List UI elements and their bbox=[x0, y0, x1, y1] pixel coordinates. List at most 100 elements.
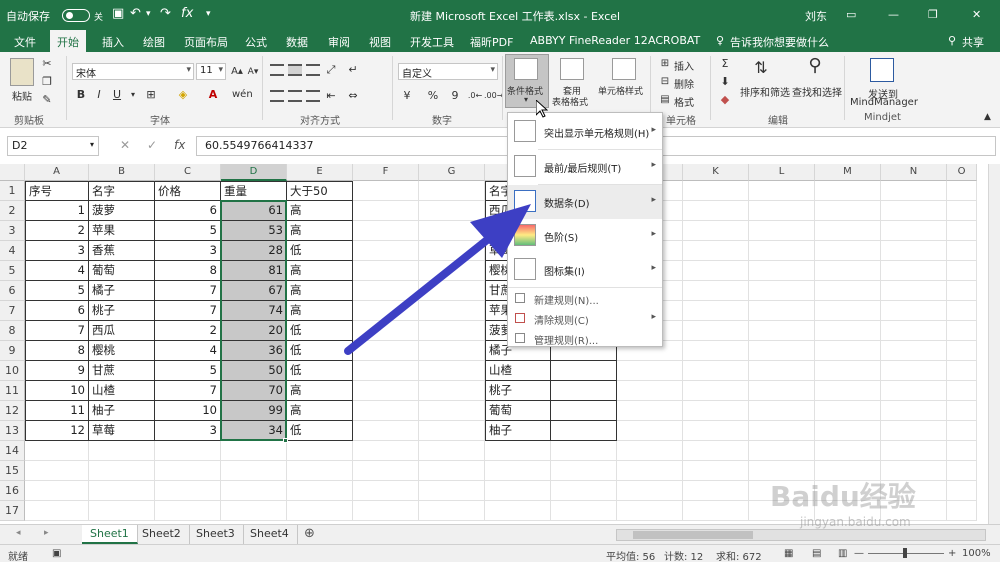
grid-cell[interactable] bbox=[353, 421, 419, 441]
grid-cell[interactable] bbox=[815, 341, 881, 361]
grid-cell[interactable] bbox=[683, 261, 749, 281]
row-header[interactable]: 11 bbox=[0, 381, 25, 401]
table-cell[interactable]: 10 bbox=[155, 401, 221, 421]
grid-cell[interactable] bbox=[881, 241, 947, 261]
table-cell[interactable]: 苹果 bbox=[89, 221, 155, 241]
autosave-toggle[interactable] bbox=[62, 9, 90, 22]
italic-button[interactable]: I bbox=[90, 87, 108, 103]
table2-cell[interactable] bbox=[551, 361, 617, 381]
tab-insert[interactable]: 插入 bbox=[102, 34, 124, 50]
grid-cell[interactable] bbox=[617, 421, 683, 441]
grid-cell[interactable] bbox=[353, 341, 419, 361]
table-header-cell[interactable]: 重量 bbox=[221, 181, 287, 201]
grid-cell[interactable] bbox=[683, 181, 749, 201]
table-cell[interactable]: 3 bbox=[155, 421, 221, 441]
row-header[interactable]: 14 bbox=[0, 441, 25, 461]
table-cell[interactable]: 3 bbox=[155, 241, 221, 261]
grid-cell[interactable] bbox=[815, 441, 881, 461]
grid-cell[interactable] bbox=[419, 281, 485, 301]
fill-icon[interactable]: ⬇ bbox=[716, 74, 734, 90]
grid-cell[interactable] bbox=[353, 301, 419, 321]
grid-cell[interactable] bbox=[353, 261, 419, 281]
tab-foxit-pdf[interactable]: 福昕PDF bbox=[470, 34, 513, 50]
table-cell[interactable]: 4 bbox=[25, 261, 89, 281]
grid-cell[interactable] bbox=[25, 481, 89, 501]
table-cell[interactable]: 菠萝 bbox=[89, 201, 155, 221]
grid-cell[interactable] bbox=[617, 401, 683, 421]
tell-me-search[interactable]: 告诉我你想要做什么 bbox=[730, 34, 829, 50]
macro-record-icon[interactable]: ▣ bbox=[52, 548, 61, 559]
grid-cell[interactable] bbox=[881, 381, 947, 401]
tab-page-layout[interactable]: 页面布局 bbox=[184, 34, 228, 50]
table-cell[interactable]: 8 bbox=[25, 341, 89, 361]
table2-cell[interactable] bbox=[551, 381, 617, 401]
grid-cell[interactable] bbox=[419, 221, 485, 241]
column-header[interactable]: K bbox=[683, 164, 749, 181]
grid-cell[interactable] bbox=[947, 221, 977, 241]
accounting-format-icon[interactable]: ¥ bbox=[398, 88, 416, 104]
grid-cell[interactable] bbox=[749, 441, 815, 461]
increase-decimal-icon[interactable]: .0← bbox=[466, 88, 484, 104]
grid-cell[interactable] bbox=[815, 381, 881, 401]
selected-weight-cell[interactable]: 34 bbox=[221, 421, 287, 441]
align-bottom-icon[interactable] bbox=[306, 64, 320, 76]
normal-view-icon[interactable]: ▦ bbox=[784, 548, 793, 559]
table2-cell[interactable] bbox=[551, 401, 617, 421]
grid-cell[interactable] bbox=[617, 381, 683, 401]
grid-cell[interactable] bbox=[419, 441, 485, 461]
grid-cell[interactable] bbox=[947, 241, 977, 261]
vertical-scrollbar[interactable] bbox=[988, 164, 1000, 524]
send-mindmanager-2[interactable]: MindManager bbox=[850, 97, 918, 108]
page-layout-view-icon[interactable]: ▤ bbox=[812, 548, 821, 559]
undo-icon[interactable]: ↶ bbox=[130, 6, 141, 21]
column-header[interactable]: B bbox=[89, 164, 155, 181]
table-cell[interactable]: 10 bbox=[25, 381, 89, 401]
grid-cell[interactable] bbox=[881, 221, 947, 241]
page-break-view-icon[interactable]: ▥ bbox=[838, 548, 847, 559]
grid-cell[interactable] bbox=[683, 401, 749, 421]
grid-cell[interactable] bbox=[815, 281, 881, 301]
grid-cell[interactable] bbox=[881, 261, 947, 281]
table-cell[interactable]: 樱桃 bbox=[89, 341, 155, 361]
grid-cell[interactable] bbox=[25, 501, 89, 521]
grid-cell[interactable] bbox=[947, 361, 977, 381]
comma-style-button[interactable]: 9 bbox=[446, 88, 464, 104]
table-cell[interactable]: 高 bbox=[287, 261, 353, 281]
grid-cell[interactable] bbox=[683, 381, 749, 401]
decrease-font-icon[interactable]: A▾ bbox=[244, 64, 262, 80]
row-header[interactable]: 13 bbox=[0, 421, 25, 441]
table-cell[interactable]: 2 bbox=[155, 321, 221, 341]
grid-cell[interactable] bbox=[25, 461, 89, 481]
grid-cell[interactable] bbox=[815, 181, 881, 201]
name-box-dropdown-icon[interactable]: ▾ bbox=[90, 140, 94, 149]
zoom-slider-thumb[interactable] bbox=[903, 548, 907, 558]
grid-cell[interactable] bbox=[815, 361, 881, 381]
grid-cell[interactable] bbox=[551, 481, 617, 501]
row-header[interactable]: 15 bbox=[0, 461, 25, 481]
grid-cell[interactable] bbox=[353, 221, 419, 241]
table-cell[interactable]: 5 bbox=[155, 221, 221, 241]
grid-cell[interactable] bbox=[947, 441, 977, 461]
cut-icon[interactable]: ✂ bbox=[38, 56, 56, 72]
grid-cell[interactable] bbox=[815, 201, 881, 221]
grid-cell[interactable] bbox=[947, 261, 977, 281]
grid-cell[interactable] bbox=[353, 201, 419, 221]
column-header[interactable]: M bbox=[815, 164, 881, 181]
grid-cell[interactable] bbox=[749, 261, 815, 281]
sort-filter-icon[interactable]: ⇅ bbox=[752, 60, 770, 76]
grid-cell[interactable] bbox=[881, 441, 947, 461]
menu-new-rule[interactable]: 新建规则(N)... bbox=[508, 288, 662, 308]
column-header[interactable]: C bbox=[155, 164, 221, 181]
column-header[interactable]: O bbox=[947, 164, 977, 181]
grid-cell[interactable] bbox=[419, 261, 485, 281]
selected-weight-cell[interactable]: 67 bbox=[221, 281, 287, 301]
cell-styles-icon[interactable] bbox=[612, 58, 636, 80]
insert-cells-icon[interactable]: ⊞ bbox=[656, 56, 674, 72]
tab-acrobat[interactable]: ACROBAT bbox=[648, 34, 700, 47]
grid-cell[interactable] bbox=[353, 401, 419, 421]
grid-cell[interactable] bbox=[617, 361, 683, 381]
fill-color-icon[interactable]: ◈ bbox=[174, 87, 192, 103]
grid-cell[interactable] bbox=[419, 181, 485, 201]
tab-file[interactable]: 文件 bbox=[14, 34, 36, 50]
grid-cell[interactable] bbox=[947, 421, 977, 441]
